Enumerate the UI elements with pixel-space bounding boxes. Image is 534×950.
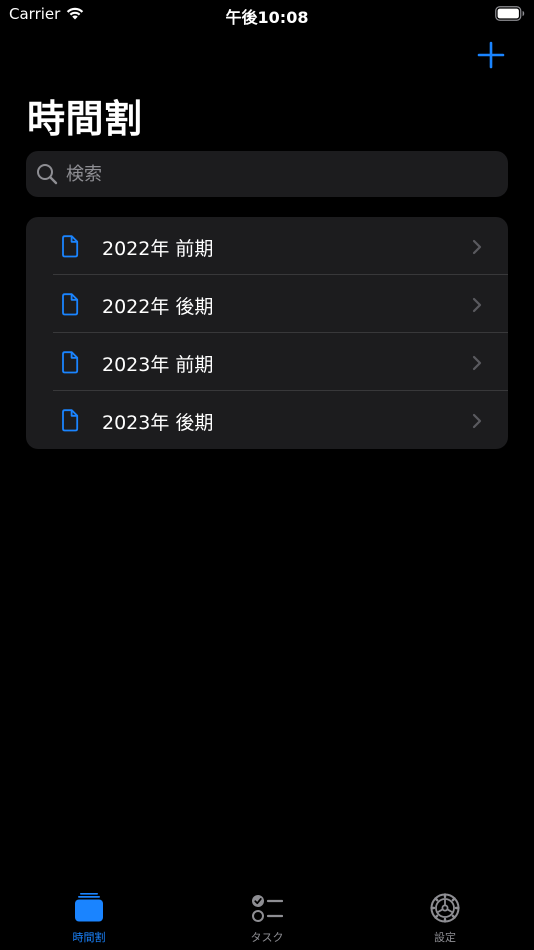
add-timetable-button[interactable] (476, 40, 506, 70)
chevron-right-icon (472, 355, 482, 371)
chevron-right-icon (472, 413, 482, 429)
document-icon (62, 409, 79, 432)
search-icon (37, 164, 58, 185)
tab-tasks[interactable]: タスク (207, 892, 327, 950)
chevron-right-icon (472, 297, 482, 313)
timetable-row-2023-second[interactable]: 2023年 後期 (26, 391, 508, 449)
timetable-row-2022-second[interactable]: 2022年 後期 (26, 275, 508, 333)
tab-bar: 時間割 タスク 設定 (0, 880, 534, 950)
tab-label: 設定 (434, 931, 456, 944)
chevron-right-icon (472, 239, 482, 255)
page-title: 時間割 (27, 97, 143, 141)
battery-icon (495, 6, 525, 21)
timetable-label: 2023年 後期 (102, 412, 214, 434)
search-input[interactable] (66, 151, 496, 197)
document-icon (62, 351, 79, 374)
tab-settings[interactable]: 設定 (385, 892, 505, 950)
tab-label: 時間割 (72, 931, 106, 944)
document-icon (62, 235, 79, 258)
screen: Carrier 午後10:08 時間割 2 (0, 0, 534, 950)
tab-timetable[interactable]: 時間割 (29, 892, 149, 950)
checklist-icon (252, 895, 283, 922)
tab-label: タスク (250, 931, 284, 944)
timetable-label: 2022年 後期 (102, 296, 214, 318)
status-bar: Carrier 午後10:08 (0, 0, 534, 30)
timetable-label: 2023年 前期 (102, 354, 214, 376)
timetable-row-2022-first[interactable]: 2022年 前期 (26, 217, 508, 275)
gear-icon (430, 893, 460, 923)
stack-icon (75, 893, 103, 922)
search-field[interactable] (26, 151, 508, 197)
document-icon (62, 293, 79, 316)
timetable-row-2023-first[interactable]: 2023年 前期 (26, 333, 508, 391)
timetable-list: 2022年 前期 2022年 後期 2023年 前期 2023年 後期 (26, 217, 508, 449)
clock-time: 午後10:08 (225, 8, 309, 27)
timetable-label: 2022年 前期 (102, 238, 214, 260)
